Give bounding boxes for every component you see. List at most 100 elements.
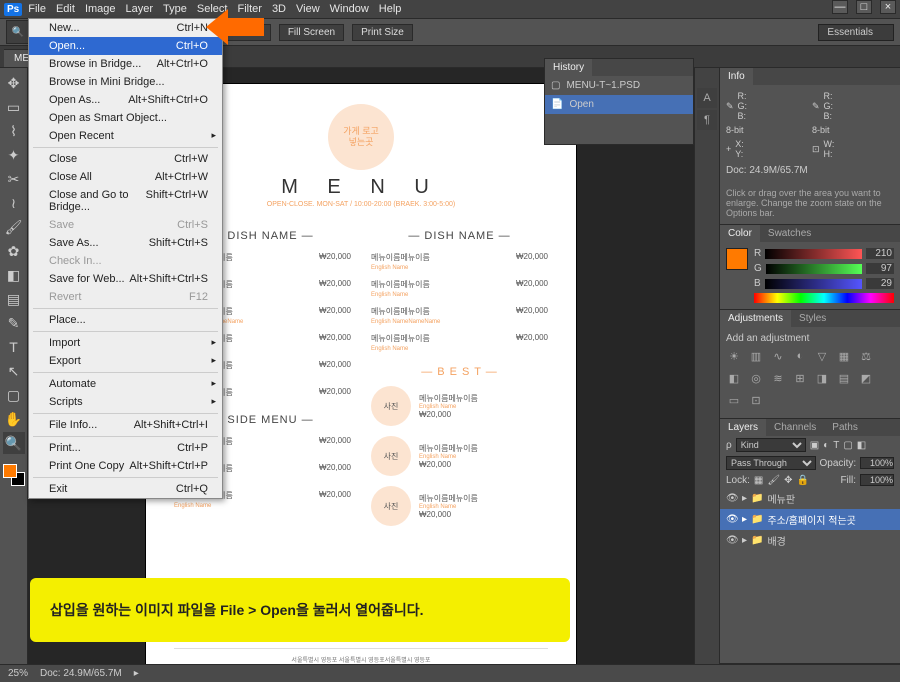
file-menu-item[interactable]: Save As...Shift+Ctrl+S	[29, 234, 222, 252]
chevron-right-icon[interactable]: ▸	[134, 668, 139, 679]
file-menu-item[interactable]: Open...Ctrl+O	[29, 37, 222, 55]
file-menu-item[interactable]: Browse in Mini Bridge...	[29, 73, 222, 91]
filter-type-icon[interactable]: T	[833, 440, 839, 451]
color-b-slider[interactable]	[765, 279, 862, 289]
filter-smart-icon[interactable]: ◧	[857, 440, 866, 451]
color-g-value[interactable]: 97	[866, 263, 894, 274]
file-menu-item[interactable]: Print One CopyAlt+Shift+Ctrl+P	[29, 457, 222, 475]
brush-tool[interactable]: 🖌	[3, 216, 25, 238]
file-menu-item[interactable]: Save for Web...Alt+Shift+Ctrl+S	[29, 270, 222, 288]
curves-icon[interactable]: ∿	[770, 348, 786, 364]
mixer-icon[interactable]: ≋	[770, 370, 786, 386]
exposure-icon[interactable]: ◐	[792, 348, 808, 364]
selective-icon[interactable]: ⊡	[748, 392, 764, 408]
marquee-tool[interactable]: ▭	[3, 96, 25, 118]
hue-ramp[interactable]	[754, 293, 894, 303]
filter-pixel-icon[interactable]: ▣	[810, 440, 819, 451]
visibility-icon[interactable]: 👁	[726, 514, 738, 525]
history-step[interactable]: 📄 Open	[545, 95, 693, 114]
crop-tool[interactable]: ✂	[3, 168, 25, 190]
path-tool[interactable]: ↖	[3, 360, 25, 382]
zoom-tool[interactable]: 🔍	[3, 432, 25, 454]
adjustments-tab[interactable]: Adjustments	[720, 310, 791, 327]
history-snapshot[interactable]: ▢ MENU-T~1.PSD	[545, 76, 693, 95]
styles-tab[interactable]: Styles	[791, 310, 834, 327]
lock-pos-icon[interactable]: ✥	[784, 475, 792, 486]
file-menu-item[interactable]: File Info...Alt+Shift+Ctrl+I	[29, 416, 222, 434]
gradient-map-icon[interactable]: ▭	[726, 392, 742, 408]
posterize-icon[interactable]: ▤	[836, 370, 852, 386]
tool-preset-icon[interactable]: 🔍	[6, 20, 30, 44]
color-preview[interactable]	[726, 248, 748, 270]
character-panel-icon[interactable]: A	[697, 88, 717, 108]
shape-tool[interactable]: ▢	[3, 384, 25, 406]
layer-row[interactable]: 👁 ▸ 📁 메뉴판	[720, 488, 900, 509]
blend-mode-select[interactable]: Pass Through	[726, 456, 816, 470]
fill-value[interactable]: 100%	[860, 474, 894, 486]
color-tab[interactable]: Color	[720, 225, 760, 242]
bw-icon[interactable]: ◧	[726, 370, 742, 386]
file-menu-item[interactable]: SaveCtrl+S	[29, 216, 222, 234]
visibility-icon[interactable]: 👁	[726, 535, 738, 546]
brightness-icon[interactable]: ☀	[726, 348, 742, 364]
hand-tool[interactable]: ✋	[3, 408, 25, 430]
file-menu-item[interactable]: Check In...	[29, 252, 222, 270]
invert-icon[interactable]: ◨	[814, 370, 830, 386]
file-menu-item[interactable]: Open Recent	[29, 127, 222, 145]
info-tab[interactable]: Info	[720, 68, 753, 85]
file-menu-item[interactable]: Automate	[29, 375, 222, 393]
opacity-value[interactable]: 100%	[860, 457, 894, 469]
vibrance-icon[interactable]: ▽	[814, 348, 830, 364]
menu-window[interactable]: Window	[330, 3, 369, 15]
filter-adjust-icon[interactable]: ◐	[823, 440, 829, 451]
file-menu-item[interactable]: Place...	[29, 311, 222, 329]
color-b-value[interactable]: 29	[866, 278, 894, 289]
lock-trans-icon[interactable]: ▦	[754, 475, 763, 486]
gradient-tool[interactable]: ▤	[3, 288, 25, 310]
history-panel[interactable]: History ▢ MENU-T~1.PSD 📄 Open	[544, 58, 694, 145]
color-r-value[interactable]: 210	[866, 248, 894, 259]
lasso-tool[interactable]: ⌇	[3, 120, 25, 142]
file-menu-item[interactable]: ExitCtrl+Q	[29, 480, 222, 498]
file-menu-item[interactable]: Close AllAlt+Ctrl+W	[29, 168, 222, 186]
menu-image[interactable]: Image	[85, 3, 116, 15]
menu-view[interactable]: View	[296, 3, 320, 15]
menu-edit[interactable]: Edit	[56, 3, 75, 15]
file-menu-item[interactable]: Open as Smart Object...	[29, 109, 222, 127]
file-menu-item[interactable]: Close and Go to Bridge...Shift+Ctrl+W	[29, 186, 222, 216]
file-menu-item[interactable]: New...Ctrl+N	[29, 19, 222, 37]
menu-layer[interactable]: Layer	[126, 3, 154, 15]
filter-shape-icon[interactable]: ▢	[843, 440, 852, 451]
menu-3d[interactable]: 3D	[272, 3, 286, 15]
layer-kind-select[interactable]: Kind	[736, 438, 806, 452]
file-menu-item[interactable]: Scripts	[29, 393, 222, 411]
visibility-icon[interactable]: 👁	[726, 493, 738, 504]
history-tab[interactable]: History	[545, 59, 592, 76]
lock-all-icon[interactable]: 🔒	[796, 475, 808, 486]
menu-file[interactable]: File	[28, 3, 46, 15]
menu-select[interactable]: Select	[197, 3, 228, 15]
swatches-tab[interactable]: Swatches	[760, 225, 819, 242]
lookup-icon[interactable]: ⊞	[792, 370, 808, 386]
file-menu-item[interactable]: Browse in Bridge...Alt+Ctrl+O	[29, 55, 222, 73]
file-menu-item[interactable]: CloseCtrl+W	[29, 150, 222, 168]
stamp-tool[interactable]: ✿	[3, 240, 25, 262]
window-close-button[interactable]: ×	[880, 0, 896, 14]
chevron-down-icon[interactable]: ▸	[742, 535, 747, 546]
lock-pixel-icon[interactable]: 🖌	[767, 475, 780, 486]
menu-help[interactable]: Help	[379, 3, 402, 15]
window-minimize-button[interactable]: —	[832, 0, 848, 14]
chevron-down-icon[interactable]: ▸	[742, 514, 747, 525]
color-swatches[interactable]	[3, 464, 25, 486]
eyedropper-tool[interactable]: ≀	[3, 192, 25, 214]
wand-tool[interactable]: ✦	[3, 144, 25, 166]
file-menu-item[interactable]: Open As...Alt+Shift+Ctrl+O	[29, 91, 222, 109]
move-tool[interactable]: ✥	[3, 72, 25, 94]
zoom-level[interactable]: 25%	[8, 668, 28, 679]
hue-icon[interactable]: ▦	[836, 348, 852, 364]
window-maximize-button[interactable]: □	[856, 0, 872, 14]
eraser-tool[interactable]: ◧	[3, 264, 25, 286]
layer-row[interactable]: 👁 ▸ 📁 주소/홈페이지 적는곳	[720, 509, 900, 530]
chevron-down-icon[interactable]: ▸	[742, 493, 747, 504]
pen-tool[interactable]: ✎	[3, 312, 25, 334]
